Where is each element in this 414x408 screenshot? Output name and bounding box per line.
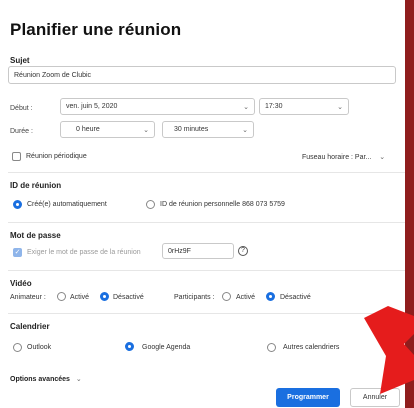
annotation-arrow xyxy=(364,306,414,394)
arrow-shape xyxy=(364,306,414,394)
